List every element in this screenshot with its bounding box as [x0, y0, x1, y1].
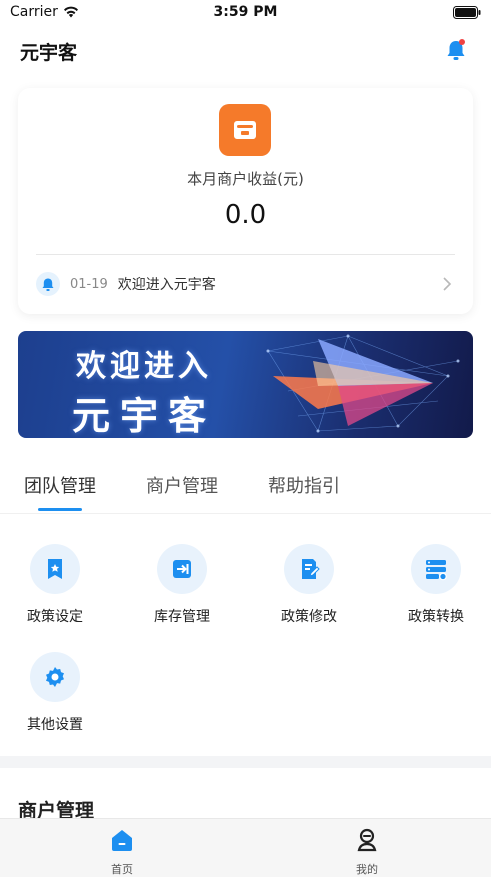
tab-team-management[interactable]: 团队管理 — [24, 472, 96, 498]
tabbar-mine-label: 我的 — [356, 863, 378, 876]
merchant-app-icon — [219, 104, 271, 156]
banner-title-line1: 欢迎进入 — [76, 349, 212, 384]
chevron-right-icon — [443, 277, 452, 291]
tabbar-home-label: 首页 — [111, 863, 133, 876]
inventory-in-icon — [157, 544, 207, 594]
grid-item-other-settings[interactable]: 其他设置 — [5, 652, 105, 734]
grid-item-inventory[interactable]: 库存管理 — [132, 544, 232, 626]
notice-row[interactable]: 01-19 欢迎进入元宇客 — [36, 268, 455, 300]
clock: 3:59 PM — [213, 4, 278, 20]
income-value: 0.0 — [224, 200, 267, 230]
income-card: 本月商户收益(元) 0.0 01-19 欢迎进入元宇客 — [18, 88, 473, 314]
home-icon — [112, 830, 132, 851]
section-tabs: 团队管理 商户管理 帮助指引 — [0, 456, 491, 514]
gear-icon — [30, 652, 80, 702]
function-grid: 政策设定 库存管理 政策修改 政策转换 其他设置 — [0, 514, 491, 756]
bottom-tab-bar: 首页 我的 — [0, 818, 491, 877]
grid-item-label: 政策转换 — [408, 609, 464, 625]
page-title: 元宇客 — [20, 42, 78, 64]
bell-notification-icon[interactable] — [445, 38, 467, 62]
grid-item-policy-edit[interactable]: 政策修改 — [259, 544, 359, 626]
income-label: 本月商户收益(元) — [187, 170, 304, 188]
card-divider — [36, 254, 455, 255]
notice-bell-icon — [36, 272, 60, 296]
nav-bar: 元宇客 — [0, 26, 491, 76]
tab-merchant-management[interactable]: 商户管理 — [146, 472, 218, 498]
battery-icon — [453, 6, 481, 19]
grid-item-label: 政策修改 — [281, 609, 337, 625]
grid-item-label: 其他设置 — [27, 717, 83, 733]
status-bar: Carrier 3:59 PM — [0, 0, 491, 26]
grid-item-label: 库存管理 — [154, 609, 210, 625]
banner-title-line2: 元宇客 — [72, 394, 217, 438]
active-tab-indicator — [38, 508, 82, 511]
bookmark-star-icon — [30, 544, 80, 594]
server-convert-icon — [411, 544, 461, 594]
shop-icon — [234, 121, 256, 139]
tabbar-mine[interactable]: 我的 — [327, 827, 407, 877]
notice-text: 欢迎进入元宇客 — [117, 277, 216, 293]
merchant-management-section: 商户管理 — [0, 768, 491, 822]
tab-help-guide[interactable]: 帮助指引 — [268, 472, 340, 498]
grid-item-label: 政策设定 — [27, 609, 83, 625]
promo-banner[interactable]: 欢迎进入 元宇客 — [18, 331, 473, 438]
edit-document-icon — [284, 544, 334, 594]
notice-date: 01-19 — [70, 276, 108, 292]
grid-item-policy-convert[interactable]: 政策转换 — [386, 544, 486, 626]
user-icon — [357, 828, 377, 852]
grid-item-policy-setting[interactable]: 政策设定 — [5, 544, 105, 626]
tabbar-home[interactable]: 首页 — [82, 827, 162, 877]
